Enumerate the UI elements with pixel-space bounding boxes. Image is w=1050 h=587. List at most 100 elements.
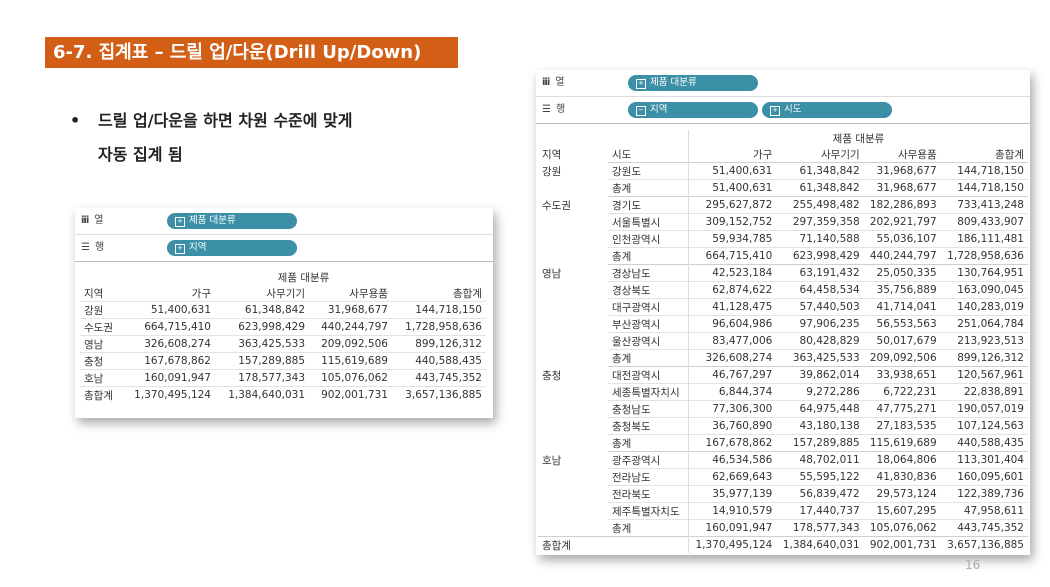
column-header: 사무기기 [821,148,860,161]
column-header: 총합계 [995,148,1024,161]
table-row: 영남 326,608,274 363,425,533 209,092,506 899,1… [80,335,486,353]
value-cell: 115,619,689 [309,352,392,370]
table-row: 충청 167,678,862 157,289,885 115,619,689 440,5… [80,352,486,370]
pill-product-category[interactable]: + 제품 대분류 [628,75,758,91]
column-header: 총합계 [453,287,482,300]
pill-region[interactable]: − 지역 [628,102,758,118]
province-label: 광주광역시 [608,451,689,469]
value-cell: 56,553,563 [863,315,941,333]
page-number: 16 [965,558,981,572]
table-row: 영남 경상남도 42,523,184 63,191,432 25,050,335 130,… [538,264,1028,282]
value-cell: 309,152,752 [688,213,777,231]
region-label [538,333,608,350]
minus-box-icon[interactable]: − [636,106,646,116]
value-cell: 61,348,842 [776,179,864,197]
region-label [538,435,608,452]
table-row: 총계 664,715,410 623,998,429 440,244,797 1,728… [538,247,1028,265]
value-cell: 809,433,907 [940,213,1028,231]
value-cell: 33,938,651 [863,366,941,384]
table-row: 충청남도 77,306,300 64,975,448 47,775,271 190,05… [538,400,1028,418]
value-cell: 144,718,150 [940,179,1028,197]
province-label: 부산광역시 [608,315,689,333]
value-cell: 25,050,335 [863,264,941,282]
pill-product-category[interactable]: + 제품 대분류 [167,213,297,229]
value-cell: 733,413,248 [940,196,1028,214]
value-cell: 115,619,689 [863,434,941,452]
plus-box-icon[interactable]: + [175,217,185,227]
region-label [538,503,608,520]
value-cell: 899,126,312 [391,335,486,353]
column-header: 사무용품 [349,287,388,300]
value-cell: 55,595,122 [776,468,864,486]
value-cell: 64,975,448 [776,400,864,418]
value-cell: 36,760,890 [688,417,777,435]
value-cell: 899,126,312 [940,349,1028,367]
region-label [538,384,608,401]
value-cell: 56,839,472 [776,485,864,503]
province-label: 경기도 [608,196,689,214]
value-cell: 623,998,429 [776,247,864,265]
value-cell: 213,923,513 [940,332,1028,350]
value-cell: 41,714,041 [863,298,941,316]
value-cell: 1,728,958,636 [940,247,1028,265]
plus-box-icon[interactable]: + [175,244,185,254]
column-header: 시도 [612,148,632,161]
region-label [538,418,608,435]
value-cell: 57,440,503 [776,298,864,316]
value-cell: 902,001,731 [863,536,941,553]
value-cell: 326,608,274 [120,335,215,353]
table-row: 부산광역시 96,604,986 97,906,235 56,553,563 251,0… [538,315,1028,333]
region-label [538,469,608,486]
province-label: 총계 [608,519,689,537]
column-header: 가구 [191,287,211,300]
value-cell: 440,588,435 [391,352,486,370]
table-row: 수도권 664,715,410 623,998,429 440,244,797 1,72… [80,318,486,336]
region-label [538,316,608,333]
region-label [538,214,608,231]
value-cell: 623,998,429 [215,318,310,336]
columns-icon: iii [542,77,550,88]
value-cell: 6,844,374 [688,383,777,401]
table-row: 세종특별자치시 6,844,374 9,272,286 6,722,231 22,838… [538,383,1028,401]
value-cell: 105,076,062 [309,369,392,387]
pill-region[interactable]: + 지역 [167,240,297,256]
value-cell: 97,906,235 [776,315,864,333]
bullet-text: • 드릴 업/다운을 하면 차원 수준에 맞게 자동 집계 됨 [70,104,353,172]
row-label: 영남 [80,335,121,353]
grand-total-row: 총합계 1,370,495,124 1,384,640,031 902,001,731… [538,536,1028,553]
region-label [538,401,608,418]
value-cell: 22,838,891 [940,383,1028,401]
value-cell: 255,498,482 [776,196,864,214]
crosstab-left: 제품 대분류 지역 가구 사무기기 사무용품 총합계 강원 51,400,631 61,34… [80,269,486,403]
value-cell: 83,477,006 [688,332,777,350]
value-cell: 113,301,404 [940,451,1028,469]
value-cell: 251,064,784 [940,315,1028,333]
columns-shelf[interactable]: iii 열 + 제품 대분류 [75,208,493,235]
region-label [538,299,608,316]
value-cell: 107,124,563 [940,417,1028,435]
value-cell: 1,728,958,636 [391,318,486,336]
plus-box-icon[interactable]: + [636,79,646,89]
province-label: 총계 [608,247,689,265]
value-cell: 15,607,295 [863,502,941,520]
region-label: 호남 [542,454,562,467]
value-cell: 160,091,947 [120,369,215,387]
value-cell: 41,830,836 [863,468,941,486]
value-cell: 51,400,631 [688,162,777,180]
rows-shelf[interactable]: ☰ 행 + 지역 [75,235,493,262]
province-label: 강원도 [608,162,689,180]
rows-shelf[interactable]: ☰ 행 − 지역 + 시도 [536,97,1030,124]
province-label: 서울특별시 [608,213,689,231]
value-cell: 130,764,951 [940,264,1028,282]
value-cell: 443,745,352 [391,369,486,387]
value-cell: 167,678,862 [688,434,777,452]
plus-box-icon[interactable]: + [770,106,780,116]
columns-shelf[interactable]: iii 열 + 제품 대분류 [536,70,1030,97]
value-cell: 39,862,014 [776,366,864,384]
value-cell: 31,968,677 [863,162,941,180]
value-cell: 163,090,045 [940,281,1028,299]
value-cell: 902,001,731 [309,386,392,403]
pill-province[interactable]: + 시도 [762,102,892,118]
province-label: 전라북도 [608,485,689,503]
value-cell: 140,283,019 [940,298,1028,316]
